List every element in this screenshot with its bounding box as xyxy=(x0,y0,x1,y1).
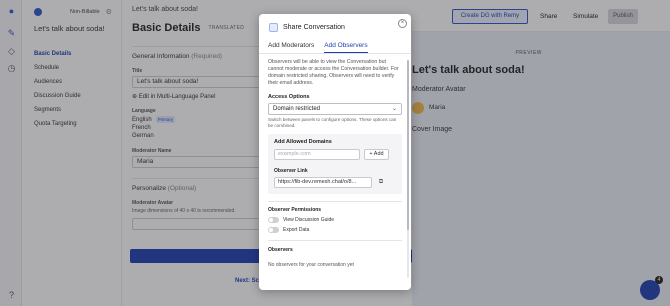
observer-permissions-label: Observer Permissions xyxy=(268,207,322,213)
allowed-domains-label: Add Allowed Domains xyxy=(274,139,332,145)
access-options-select[interactable]: Domain restricted ⌄ xyxy=(268,103,402,115)
observer-link-label: Observer Link xyxy=(274,168,308,174)
tab-add-moderators[interactable]: Add Moderators xyxy=(268,40,314,53)
share-icon xyxy=(269,22,278,32)
observers-empty-state: No observers for your conversation yet xyxy=(268,262,354,268)
access-options-value: Domain restricted xyxy=(273,106,321,112)
access-options-hint: Switch between panels to configure optio… xyxy=(268,117,397,128)
copy-icon[interactable]: ⧉ xyxy=(375,177,387,188)
observers-label: Observers xyxy=(268,247,293,253)
divider xyxy=(268,201,402,202)
divider xyxy=(268,240,402,241)
modal-scrollbar[interactable] xyxy=(407,60,409,278)
export-data-label: Export Data xyxy=(283,227,310,233)
add-domain-button[interactable]: + Add xyxy=(364,149,389,160)
tab-add-observers[interactable]: Add Observers xyxy=(324,40,368,53)
domain-input[interactable]: example.com xyxy=(274,149,360,160)
modal-tabs: Add Moderators Add Observers xyxy=(259,40,411,54)
observer-link-field[interactable]: https://fib-dev.remesh.chat/o/8... xyxy=(274,177,372,188)
chevron-down-icon: ⌄ xyxy=(391,106,397,112)
view-discussion-guide-toggle[interactable] xyxy=(268,217,279,223)
view-discussion-guide-label: View Discussion Guide xyxy=(283,217,335,223)
share-conversation-modal: Share Conversation × Add Moderators Add … xyxy=(259,14,411,290)
domain-restriction-box: Add Allowed Domains example.com + Add Ob… xyxy=(268,134,402,194)
export-data-toggle[interactable] xyxy=(268,227,279,233)
scrollbar-thumb[interactable] xyxy=(407,60,409,230)
observers-description: Observers will be able to view the Conve… xyxy=(268,59,399,86)
modal-title: Share Conversation xyxy=(283,23,345,31)
access-options-label: Access Options xyxy=(268,94,310,100)
close-icon[interactable]: × xyxy=(398,19,407,28)
